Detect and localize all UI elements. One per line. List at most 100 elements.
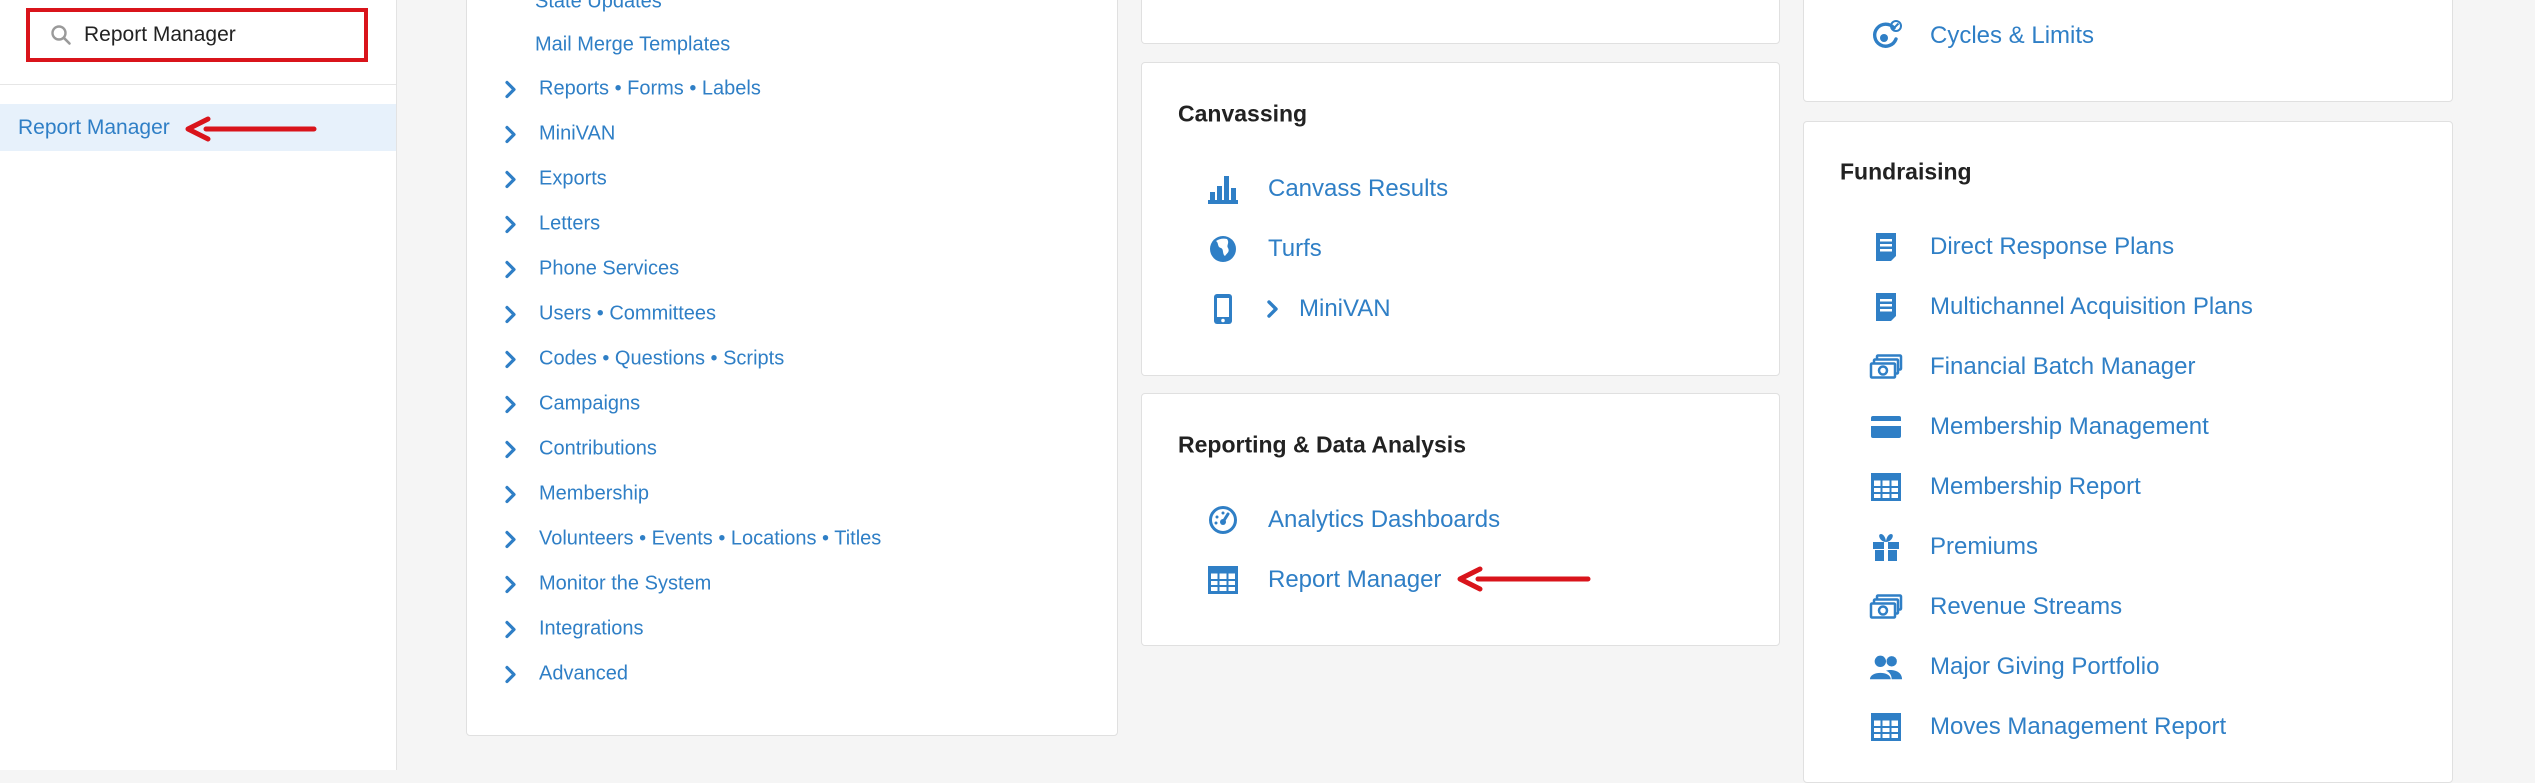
turfs-link[interactable]: Turfs bbox=[1206, 232, 1322, 266]
revenue-streams-link[interactable]: Revenue Streams bbox=[1869, 590, 2122, 624]
canvass-results-label: Canvass Results bbox=[1268, 175, 1449, 202]
nav-item-membership[interactable]: Membership bbox=[504, 483, 649, 506]
nav-item-volunteers-events-locations-titles[interactable]: Volunteers • Events • Locations • Titles bbox=[504, 528, 881, 551]
nav-item-label: Monitor the System bbox=[539, 572, 712, 595]
annotation-arrow-sidebar bbox=[185, 116, 317, 142]
chevron-right-icon bbox=[505, 530, 516, 548]
chevron-right-icon bbox=[505, 440, 516, 458]
chevron-right-icon bbox=[505, 80, 516, 98]
chevron-right-icon bbox=[505, 575, 516, 593]
multichannel-acquisition-plans-link[interactable]: Multichannel Acquisition Plans bbox=[1869, 290, 2253, 324]
nav-item-users-committees[interactable]: Users • Committees bbox=[504, 303, 716, 326]
table-icon bbox=[1206, 563, 1240, 597]
fundraising-link-label: Multichannel Acquisition Plans bbox=[1930, 293, 2253, 320]
chevron-right-icon bbox=[505, 260, 516, 278]
nav-item-label: MiniVAN bbox=[539, 122, 616, 145]
turfs-label: Turfs bbox=[1268, 235, 1322, 262]
sidebar-divider bbox=[0, 84, 396, 85]
chevron-right-icon bbox=[505, 215, 516, 233]
nav-item-label: Campaigns bbox=[539, 392, 641, 415]
nav-item-contributions[interactable]: Contributions bbox=[504, 438, 657, 461]
reporting-title: Reporting & Data Analysis bbox=[1178, 431, 1466, 458]
table-icon bbox=[1869, 470, 1903, 504]
chevron-right-icon bbox=[505, 305, 516, 323]
nav-item-label: Volunteers • Events • Locations • Titles bbox=[539, 527, 882, 550]
chevron-right-icon bbox=[505, 485, 516, 503]
cycles-limits-link[interactable]: Cycles & Limits bbox=[1869, 19, 2094, 53]
nav-item-campaigns[interactable]: Campaigns bbox=[504, 393, 640, 416]
canvassing-title: Canvassing bbox=[1178, 100, 1308, 127]
nav-item-monitor-the-system[interactable]: Monitor the System bbox=[504, 573, 711, 596]
fundraising-link-label: Premiums bbox=[1930, 533, 2039, 560]
report-manager-label: Report Manager bbox=[1268, 566, 1442, 593]
canvass-results-link[interactable]: Canvass Results bbox=[1206, 172, 1448, 206]
membership-management-link[interactable]: Membership Management bbox=[1869, 410, 2209, 444]
nav-item-label: Codes • Questions • Scripts bbox=[539, 347, 785, 370]
gift-icon bbox=[1869, 530, 1903, 564]
chevron-right-icon bbox=[505, 170, 516, 188]
chevron-right-icon bbox=[505, 620, 516, 638]
nav-item-label: Advanced bbox=[539, 662, 628, 685]
dashboard-icon bbox=[1206, 503, 1240, 537]
premiums-link[interactable]: Premiums bbox=[1869, 530, 2038, 564]
nav-item-codes-questions-scripts[interactable]: Codes • Questions • Scripts bbox=[504, 348, 784, 371]
phone-icon bbox=[1206, 292, 1240, 326]
nav-item-advanced[interactable]: Advanced bbox=[504, 663, 628, 686]
people-icon bbox=[1869, 650, 1903, 684]
money-stack-icon bbox=[1869, 590, 1903, 624]
search-input[interactable] bbox=[84, 23, 344, 47]
nav-item-minivan[interactable]: MiniVAN bbox=[504, 123, 615, 146]
fundraising-link-label: Financial Batch Manager bbox=[1930, 353, 2196, 380]
fundraising-link-label: Major Giving Portfolio bbox=[1930, 653, 2160, 680]
fundraising-link-label: Direct Response Plans bbox=[1930, 233, 2175, 260]
nav-item-label: Letters bbox=[539, 212, 601, 235]
chevron-right-icon bbox=[505, 395, 516, 413]
table-icon bbox=[1869, 710, 1903, 744]
financial-batch-manager-link[interactable]: Financial Batch Manager bbox=[1869, 350, 2195, 384]
chevron-right-icon bbox=[505, 125, 516, 143]
money-stack-icon bbox=[1869, 350, 1903, 384]
top-partial-card bbox=[1141, 0, 1780, 44]
report-manager-link[interactable]: Report Manager bbox=[1206, 563, 1441, 597]
analytics-dashboards-link[interactable]: Analytics Dashboards bbox=[1206, 503, 1500, 537]
nav-item-letters[interactable]: Letters bbox=[504, 213, 600, 236]
fundraising-link-label: Revenue Streams bbox=[1930, 593, 2123, 620]
card-icon bbox=[1869, 410, 1903, 444]
chevron-right-icon bbox=[505, 665, 516, 683]
cycle-icon bbox=[1869, 19, 1903, 53]
membership-report-link[interactable]: Membership Report bbox=[1869, 470, 2141, 504]
bar-chart-icon bbox=[1206, 172, 1240, 206]
chevron-right-icon bbox=[1264, 292, 1282, 326]
document-icon bbox=[1869, 290, 1903, 324]
moves-management-report-link[interactable]: Moves Management Report bbox=[1869, 710, 2226, 744]
globe-icon bbox=[1206, 232, 1240, 266]
nav-item-label: Membership bbox=[539, 482, 650, 505]
nav-item-label: Reports • Forms • Labels bbox=[539, 77, 761, 100]
fundraising-title: Fundraising bbox=[1840, 158, 1972, 185]
minivan-label: MiniVAN bbox=[1299, 295, 1391, 322]
nav-item-label: Integrations bbox=[539, 617, 644, 640]
fundraising-link-label: Membership Report bbox=[1930, 473, 2141, 500]
nav-link-state-updates[interactable]: State Updates bbox=[535, 0, 662, 14]
analytics-dashboards-label: Analytics Dashboards bbox=[1268, 506, 1501, 533]
nav-item-phone-services[interactable]: Phone Services bbox=[504, 258, 679, 281]
major-giving-portfolio-link[interactable]: Major Giving Portfolio bbox=[1869, 650, 2159, 684]
nav-item-integrations[interactable]: Integrations bbox=[504, 618, 644, 641]
direct-response-plans-link[interactable]: Direct Response Plans bbox=[1869, 230, 2174, 264]
document-icon bbox=[1869, 230, 1903, 264]
minivan-link[interactable]: MiniVAN bbox=[1206, 292, 1391, 326]
cycles-limits-label: Cycles & Limits bbox=[1930, 22, 2095, 49]
nav-item-label: Phone Services bbox=[539, 257, 680, 280]
fundraising-link-label: Moves Management Report bbox=[1930, 713, 2227, 740]
search-box[interactable] bbox=[26, 8, 368, 62]
nav-item-label: Contributions bbox=[539, 437, 657, 460]
fundraising-link-label: Membership Management bbox=[1930, 413, 2209, 440]
nav-item-reports-forms-labels[interactable]: Reports • Forms • Labels bbox=[504, 78, 761, 101]
search-icon bbox=[51, 25, 71, 45]
annotation-arrow-report-manager bbox=[1457, 566, 1591, 592]
chevron-right-icon bbox=[505, 350, 516, 368]
nav-item-label: Users • Committees bbox=[539, 302, 717, 325]
nav-item-exports[interactable]: Exports bbox=[504, 168, 607, 191]
nav-item-label: Exports bbox=[539, 167, 607, 190]
nav-link-mail-merge-templates[interactable]: Mail Merge Templates bbox=[535, 34, 730, 57]
